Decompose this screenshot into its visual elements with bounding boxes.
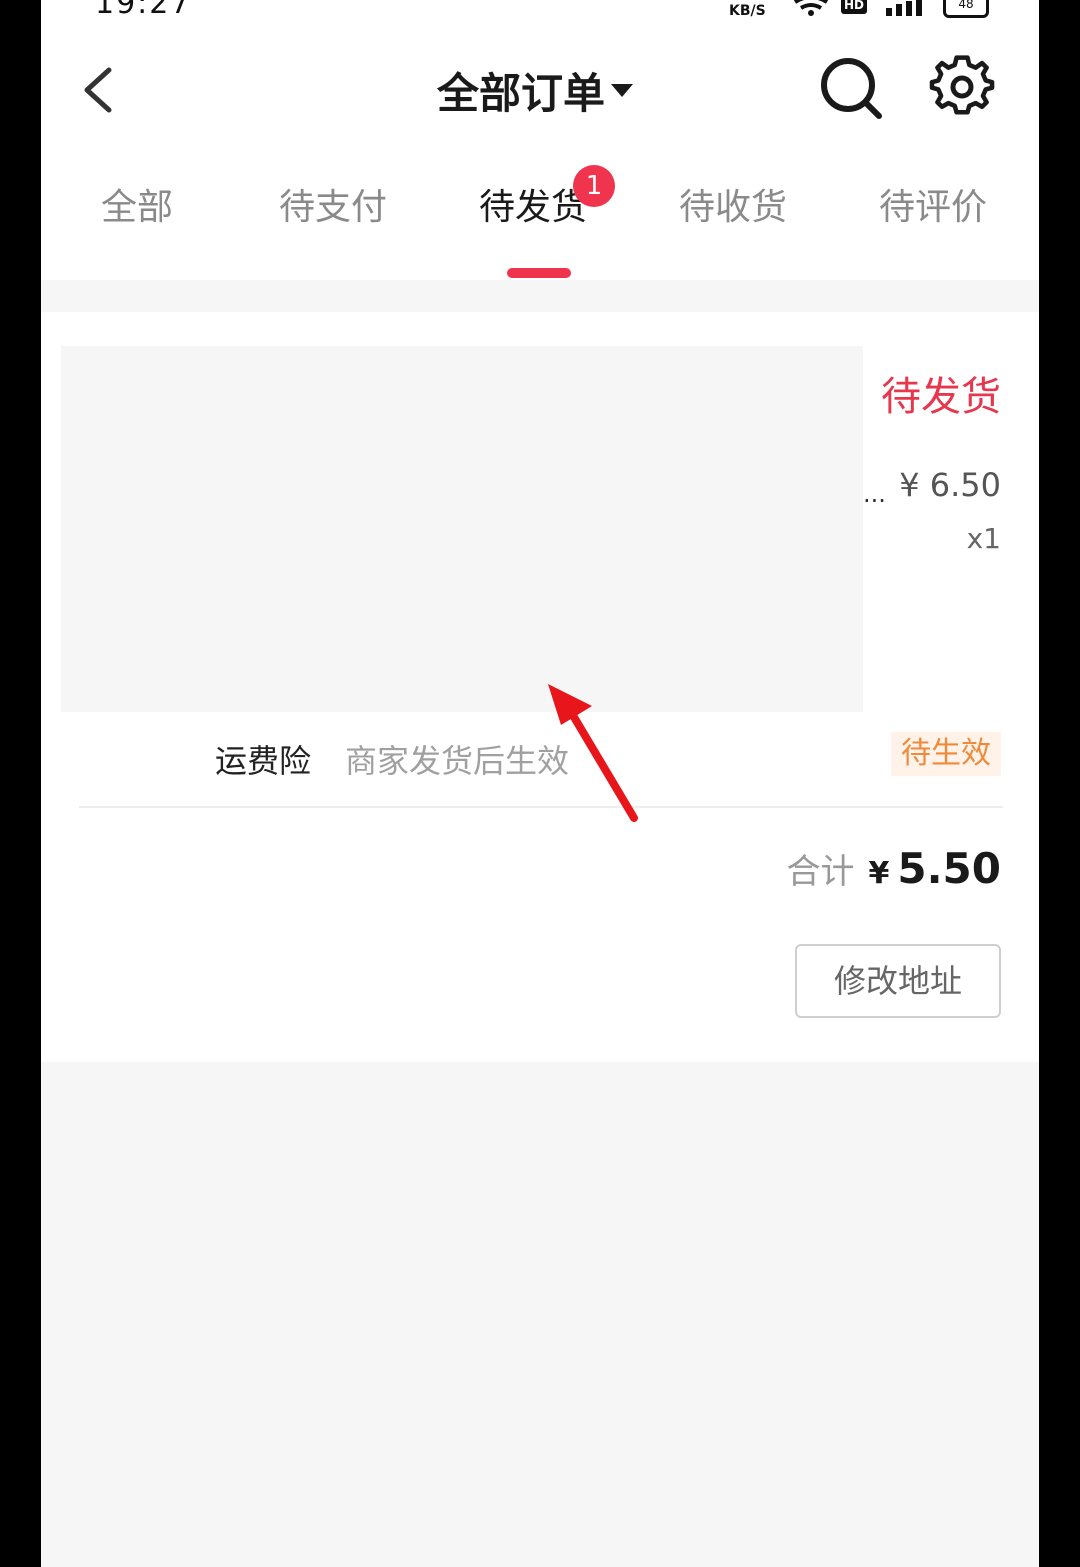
order-card[interactable]: 待发货 ... ¥ 6.50 x1 运费险 商家发货后生效 待生效 合计 ¥ 5… — [41, 312, 1039, 1062]
screen: 19:27 KB/S HD 48 全部订单 全部 待支付 待发货 待收货 待评价… — [41, 0, 1039, 1567]
shipping-insurance-description: 商家发货后生效 — [345, 742, 570, 780]
gear-icon[interactable] — [929, 54, 995, 120]
product-price: ¥ 6.50 — [899, 466, 1001, 504]
hd-icon: HD — [841, 0, 867, 14]
tab-label: 待发货 — [478, 187, 587, 228]
status-time: 19:27 — [95, 0, 192, 21]
signal-icon — [886, 0, 922, 16]
caret-down-icon — [611, 83, 634, 97]
insurance-status-badge: 待生效 — [891, 732, 1001, 776]
chevron-left-icon[interactable] — [77, 64, 125, 116]
order-tabs: 全部 待支付 待发货 待收货 待评价 — [41, 178, 1039, 258]
total-value: 5.50 — [897, 844, 1001, 893]
network-speed-unit: KB/S — [729, 3, 766, 19]
order-total: 合计 ¥ 5.50 — [786, 844, 1001, 893]
total-label: 合计 — [786, 852, 855, 892]
battery-icon: 48 — [943, 0, 989, 18]
product-title-ellipsis: ... — [863, 480, 886, 508]
product-quantity: x1 — [966, 522, 1001, 555]
tab-label: 全部 — [100, 187, 173, 228]
tab-pending-receipt[interactable]: 待收货 — [671, 178, 795, 258]
tab-pending-payment[interactable]: 待支付 — [271, 178, 395, 258]
divider — [79, 806, 1003, 808]
tab-all[interactable]: 全部 — [77, 178, 197, 258]
product-image-placeholder[interactable] — [61, 346, 863, 712]
active-tab-indicator — [507, 268, 571, 278]
tab-badge: 1 — [573, 165, 615, 207]
shipping-insurance-label: 运费险 — [215, 742, 312, 780]
page-title: 全部订单 — [437, 68, 606, 118]
page-title-dropdown[interactable]: 全部订单 — [437, 62, 634, 118]
tab-label: 待支付 — [278, 187, 387, 228]
order-status: 待发货 — [881, 374, 1001, 420]
tab-pending-review[interactable]: 待评价 — [871, 178, 995, 258]
tab-label: 待收货 — [678, 187, 787, 228]
total-currency: ¥ — [868, 856, 890, 891]
search-icon[interactable] — [819, 56, 885, 122]
modify-address-button[interactable]: 修改地址 — [795, 944, 1001, 1018]
wifi-icon — [793, 0, 829, 16]
tab-label: 待评价 — [878, 187, 987, 228]
